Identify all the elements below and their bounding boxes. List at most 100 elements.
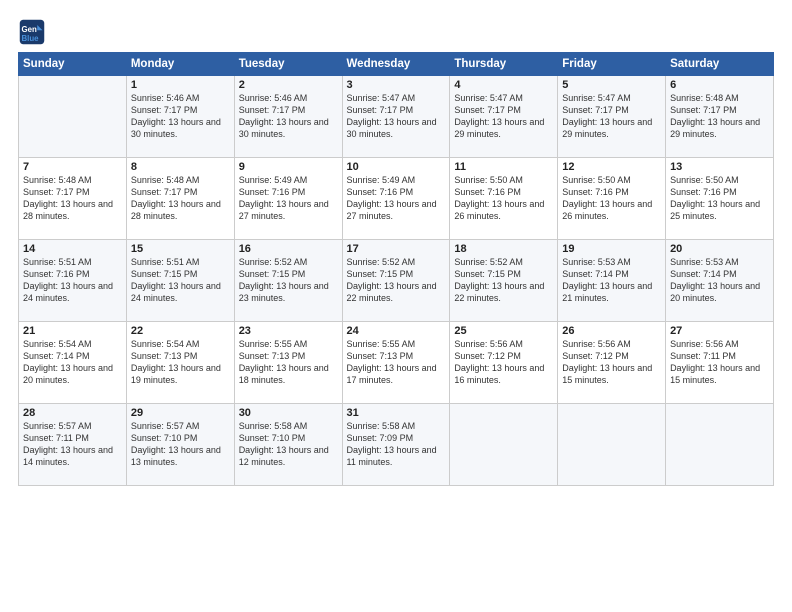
calendar-cell: 23Sunrise: 5:55 AMSunset: 7:13 PMDayligh… xyxy=(234,322,342,404)
calendar-cell: 3Sunrise: 5:47 AMSunset: 7:17 PMDaylight… xyxy=(342,76,450,158)
day-number: 20 xyxy=(670,243,769,255)
day-info: Sunrise: 5:52 AMSunset: 7:15 PMDaylight:… xyxy=(239,256,338,305)
calendar-cell: 21Sunrise: 5:54 AMSunset: 7:14 PMDayligh… xyxy=(19,322,127,404)
svg-text:Blue: Blue xyxy=(22,34,40,43)
day-number: 31 xyxy=(347,407,446,419)
day-number: 2 xyxy=(239,79,338,91)
day-info: Sunrise: 5:48 AMSunset: 7:17 PMDaylight:… xyxy=(23,174,122,223)
day-number: 10 xyxy=(347,161,446,173)
calendar-week-row: 14Sunrise: 5:51 AMSunset: 7:16 PMDayligh… xyxy=(19,240,774,322)
weekday-header: Wednesday xyxy=(342,53,450,76)
day-info: Sunrise: 5:58 AMSunset: 7:09 PMDaylight:… xyxy=(347,420,446,469)
day-number: 28 xyxy=(23,407,122,419)
logo-icon: Gen Blue xyxy=(18,18,46,46)
day-info: Sunrise: 5:48 AMSunset: 7:17 PMDaylight:… xyxy=(131,174,230,223)
calendar-cell: 10Sunrise: 5:49 AMSunset: 7:16 PMDayligh… xyxy=(342,158,450,240)
day-info: Sunrise: 5:56 AMSunset: 7:12 PMDaylight:… xyxy=(454,338,553,387)
calendar-cell: 26Sunrise: 5:56 AMSunset: 7:12 PMDayligh… xyxy=(558,322,666,404)
calendar-week-row: 28Sunrise: 5:57 AMSunset: 7:11 PMDayligh… xyxy=(19,404,774,486)
calendar-cell: 9Sunrise: 5:49 AMSunset: 7:16 PMDaylight… xyxy=(234,158,342,240)
calendar-week-row: 21Sunrise: 5:54 AMSunset: 7:14 PMDayligh… xyxy=(19,322,774,404)
day-info: Sunrise: 5:50 AMSunset: 7:16 PMDaylight:… xyxy=(670,174,769,223)
day-number: 21 xyxy=(23,325,122,337)
calendar-cell: 16Sunrise: 5:52 AMSunset: 7:15 PMDayligh… xyxy=(234,240,342,322)
day-number: 3 xyxy=(347,79,446,91)
day-number: 12 xyxy=(562,161,661,173)
day-info: Sunrise: 5:47 AMSunset: 7:17 PMDaylight:… xyxy=(454,92,553,141)
logo: Gen Blue xyxy=(18,18,48,46)
day-info: Sunrise: 5:46 AMSunset: 7:17 PMDaylight:… xyxy=(131,92,230,141)
day-info: Sunrise: 5:47 AMSunset: 7:17 PMDaylight:… xyxy=(562,92,661,141)
day-info: Sunrise: 5:52 AMSunset: 7:15 PMDaylight:… xyxy=(454,256,553,305)
calendar-cell: 12Sunrise: 5:50 AMSunset: 7:16 PMDayligh… xyxy=(558,158,666,240)
day-number: 23 xyxy=(239,325,338,337)
weekday-header: Thursday xyxy=(450,53,558,76)
day-number: 30 xyxy=(239,407,338,419)
day-info: Sunrise: 5:58 AMSunset: 7:10 PMDaylight:… xyxy=(239,420,338,469)
day-info: Sunrise: 5:47 AMSunset: 7:17 PMDaylight:… xyxy=(347,92,446,141)
day-number: 4 xyxy=(454,79,553,91)
day-number: 7 xyxy=(23,161,122,173)
calendar-cell: 7Sunrise: 5:48 AMSunset: 7:17 PMDaylight… xyxy=(19,158,127,240)
day-number: 25 xyxy=(454,325,553,337)
day-number: 27 xyxy=(670,325,769,337)
calendar-cell: 4Sunrise: 5:47 AMSunset: 7:17 PMDaylight… xyxy=(450,76,558,158)
calendar-cell: 14Sunrise: 5:51 AMSunset: 7:16 PMDayligh… xyxy=(19,240,127,322)
weekday-header: Saturday xyxy=(666,53,774,76)
calendar-cell: 24Sunrise: 5:55 AMSunset: 7:13 PMDayligh… xyxy=(342,322,450,404)
calendar-cell: 5Sunrise: 5:47 AMSunset: 7:17 PMDaylight… xyxy=(558,76,666,158)
day-number: 13 xyxy=(670,161,769,173)
day-info: Sunrise: 5:54 AMSunset: 7:13 PMDaylight:… xyxy=(131,338,230,387)
calendar-cell: 11Sunrise: 5:50 AMSunset: 7:16 PMDayligh… xyxy=(450,158,558,240)
day-info: Sunrise: 5:53 AMSunset: 7:14 PMDaylight:… xyxy=(562,256,661,305)
calendar-cell: 8Sunrise: 5:48 AMSunset: 7:17 PMDaylight… xyxy=(126,158,234,240)
calendar-cell: 31Sunrise: 5:58 AMSunset: 7:09 PMDayligh… xyxy=(342,404,450,486)
calendar-cell: 15Sunrise: 5:51 AMSunset: 7:15 PMDayligh… xyxy=(126,240,234,322)
day-info: Sunrise: 5:56 AMSunset: 7:11 PMDaylight:… xyxy=(670,338,769,387)
weekday-header-row: SundayMondayTuesdayWednesdayThursdayFrid… xyxy=(19,53,774,76)
calendar-cell xyxy=(450,404,558,486)
day-number: 29 xyxy=(131,407,230,419)
calendar-cell: 6Sunrise: 5:48 AMSunset: 7:17 PMDaylight… xyxy=(666,76,774,158)
day-number: 8 xyxy=(131,161,230,173)
calendar-cell: 1Sunrise: 5:46 AMSunset: 7:17 PMDaylight… xyxy=(126,76,234,158)
day-info: Sunrise: 5:50 AMSunset: 7:16 PMDaylight:… xyxy=(562,174,661,223)
calendar-table: SundayMondayTuesdayWednesdayThursdayFrid… xyxy=(18,52,774,486)
calendar-week-row: 7Sunrise: 5:48 AMSunset: 7:17 PMDaylight… xyxy=(19,158,774,240)
weekday-header: Monday xyxy=(126,53,234,76)
weekday-header: Friday xyxy=(558,53,666,76)
day-number: 22 xyxy=(131,325,230,337)
day-info: Sunrise: 5:53 AMSunset: 7:14 PMDaylight:… xyxy=(670,256,769,305)
day-info: Sunrise: 5:49 AMSunset: 7:16 PMDaylight:… xyxy=(239,174,338,223)
day-info: Sunrise: 5:54 AMSunset: 7:14 PMDaylight:… xyxy=(23,338,122,387)
day-number: 1 xyxy=(131,79,230,91)
calendar-cell: 18Sunrise: 5:52 AMSunset: 7:15 PMDayligh… xyxy=(450,240,558,322)
calendar-cell: 30Sunrise: 5:58 AMSunset: 7:10 PMDayligh… xyxy=(234,404,342,486)
day-number: 17 xyxy=(347,243,446,255)
day-info: Sunrise: 5:48 AMSunset: 7:17 PMDaylight:… xyxy=(670,92,769,141)
calendar-cell: 29Sunrise: 5:57 AMSunset: 7:10 PMDayligh… xyxy=(126,404,234,486)
calendar-cell xyxy=(19,76,127,158)
day-number: 26 xyxy=(562,325,661,337)
day-number: 15 xyxy=(131,243,230,255)
page: Gen Blue SundayMondayTuesdayWednesdayThu… xyxy=(0,0,792,612)
calendar-cell: 27Sunrise: 5:56 AMSunset: 7:11 PMDayligh… xyxy=(666,322,774,404)
calendar-cell: 22Sunrise: 5:54 AMSunset: 7:13 PMDayligh… xyxy=(126,322,234,404)
day-number: 24 xyxy=(347,325,446,337)
day-number: 5 xyxy=(562,79,661,91)
day-number: 16 xyxy=(239,243,338,255)
day-info: Sunrise: 5:51 AMSunset: 7:16 PMDaylight:… xyxy=(23,256,122,305)
calendar-cell: 20Sunrise: 5:53 AMSunset: 7:14 PMDayligh… xyxy=(666,240,774,322)
day-info: Sunrise: 5:49 AMSunset: 7:16 PMDaylight:… xyxy=(347,174,446,223)
calendar-cell: 13Sunrise: 5:50 AMSunset: 7:16 PMDayligh… xyxy=(666,158,774,240)
calendar-cell: 17Sunrise: 5:52 AMSunset: 7:15 PMDayligh… xyxy=(342,240,450,322)
weekday-header: Tuesday xyxy=(234,53,342,76)
calendar-cell: 25Sunrise: 5:56 AMSunset: 7:12 PMDayligh… xyxy=(450,322,558,404)
calendar-cell xyxy=(666,404,774,486)
day-info: Sunrise: 5:55 AMSunset: 7:13 PMDaylight:… xyxy=(239,338,338,387)
day-number: 6 xyxy=(670,79,769,91)
day-info: Sunrise: 5:57 AMSunset: 7:10 PMDaylight:… xyxy=(131,420,230,469)
day-info: Sunrise: 5:57 AMSunset: 7:11 PMDaylight:… xyxy=(23,420,122,469)
svg-text:Gen: Gen xyxy=(22,25,37,34)
calendar-cell: 28Sunrise: 5:57 AMSunset: 7:11 PMDayligh… xyxy=(19,404,127,486)
